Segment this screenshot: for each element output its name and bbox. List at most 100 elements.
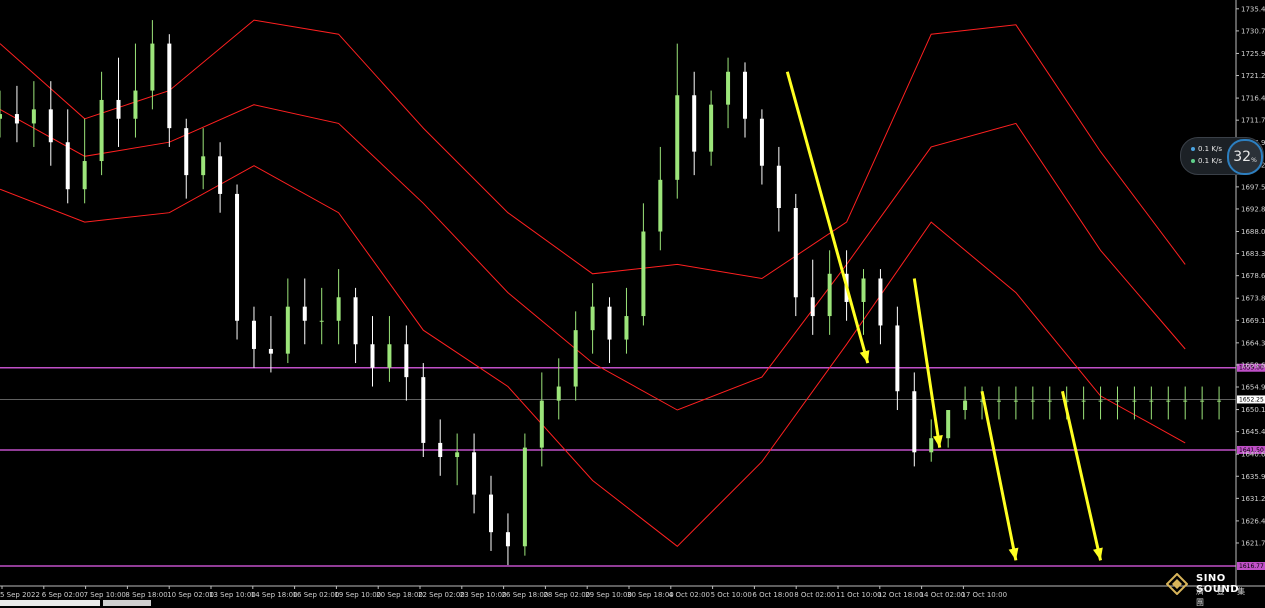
price-chart[interactable]: 1659.001641.501616.771735.401730.701725.…	[0, 0, 1265, 606]
y-tick-label: 1725.90	[1241, 50, 1265, 58]
level-label: 1616.77	[1239, 563, 1264, 570]
candle-body	[624, 316, 629, 340]
candle-body	[387, 344, 392, 368]
candle-body	[776, 165, 781, 209]
candle-body	[438, 442, 443, 458]
y-tick-label: 1654.90	[1241, 384, 1265, 392]
y-tick-label: 1640.60	[1241, 451, 1265, 459]
candle-body	[692, 95, 697, 152]
x-tick-label: 4 Oct 02:00	[669, 591, 710, 599]
y-tick-label: 1711.70	[1241, 117, 1265, 125]
candle-body	[1217, 400, 1222, 402]
candle-body	[1030, 400, 1035, 402]
x-tick-label: 6 Sep 02:00	[42, 591, 84, 599]
candle-body	[726, 71, 731, 105]
x-tick-label: 6 Oct 18:00	[752, 591, 793, 599]
x-tick-label: 23 Sep 10:00	[460, 591, 507, 599]
candle-body	[302, 306, 307, 321]
candle-body	[912, 391, 917, 453]
candle-body	[251, 320, 256, 349]
x-tick-label: 8 Sep 18:00	[125, 591, 167, 599]
candle-body	[184, 128, 189, 176]
candle-body	[14, 114, 19, 124]
x-tick-label: 11 Oct 10:00	[836, 591, 882, 599]
x-tick-label: 19 Sep 10:00	[334, 591, 381, 599]
x-tick-label: 14 Oct 02:00	[920, 591, 966, 599]
candle-body	[1132, 400, 1137, 402]
candle-body	[658, 179, 663, 232]
candle-body	[878, 278, 883, 326]
x-tick-label: 8 Oct 02:00	[794, 591, 835, 599]
candle-body	[522, 447, 527, 547]
candle-body	[472, 452, 477, 495]
candle-body	[404, 344, 409, 378]
candle-body	[1115, 400, 1120, 402]
candle-body	[0, 114, 2, 119]
candle-body	[827, 273, 832, 317]
x-tick-label: 28 Sep 02:00	[543, 591, 590, 599]
y-tick-label: 1735.40	[1241, 5, 1265, 13]
y-tick-label: 1683.30	[1241, 250, 1265, 258]
candle-body	[31, 109, 36, 124]
candle-body	[336, 297, 341, 321]
x-tick-label: 5 Oct 10:00	[711, 591, 752, 599]
y-tick-label: 1678.60	[1241, 272, 1265, 280]
candle-body	[1200, 400, 1205, 402]
y-tick-label: 1716.40	[1241, 95, 1265, 103]
x-tick-label: 13 Sep 10:00	[209, 591, 256, 599]
candle-body	[759, 118, 764, 166]
x-tick-label: 16 Sep 02:00	[293, 591, 340, 599]
x-tick-label: 22 Sep 02:00	[418, 591, 465, 599]
y-tick-label: 1664.30	[1241, 339, 1265, 347]
network-speed-widget[interactable]: 0.1 K/s 0.1 K/s 32%	[1180, 137, 1264, 175]
candle-body	[455, 452, 460, 458]
x-tick-label: 20 Sep 18:00	[376, 591, 423, 599]
y-tick-label: 1730.70	[1241, 27, 1265, 35]
candle-body	[556, 386, 561, 401]
y-tick-label: 1673.80	[1241, 295, 1265, 303]
candle-body	[607, 306, 612, 340]
y-tick-label: 1631.20	[1241, 495, 1265, 503]
candle-body	[319, 320, 324, 322]
candle-body	[116, 99, 121, 119]
chart-tab-active[interactable]	[0, 600, 100, 606]
y-tick-label: 1626.40	[1241, 517, 1265, 525]
candle-body	[1047, 400, 1052, 402]
candle-body	[946, 410, 951, 439]
x-tick-label: 17 Oct 10:00	[961, 591, 1007, 599]
candle-body	[742, 71, 747, 119]
candle-body	[590, 306, 595, 331]
candle-body	[353, 297, 358, 345]
candle-body	[285, 306, 290, 354]
candle-body	[82, 161, 87, 190]
candle-body	[793, 208, 798, 298]
chart-tab[interactable]	[103, 600, 151, 606]
candle-body	[167, 43, 172, 129]
upload-speed: 0.1 K/s	[1191, 145, 1222, 153]
x-tick-label: 7 Sep 10:00	[84, 591, 126, 599]
y-tick-label: 1621.70	[1241, 539, 1265, 547]
brand-logo: SINO SOUND 濟 豐 集 團	[1166, 572, 1261, 607]
x-tick-label: 26 Sep 18:00	[502, 591, 549, 599]
candle-body	[235, 193, 240, 321]
candle-body	[963, 400, 968, 411]
y-tick-label: 1635.90	[1241, 473, 1265, 481]
x-tick-label: 30 Sep 18:00	[627, 591, 674, 599]
y-tick-label: 1669.10	[1241, 317, 1265, 325]
current-price-label: 1652.25	[1239, 396, 1264, 403]
y-tick-label: 1659.60	[1241, 361, 1265, 369]
candle-body	[1081, 400, 1086, 402]
x-tick-label: 10 Sep 02:00	[167, 591, 214, 599]
candle-body	[268, 348, 273, 354]
candle-body	[709, 104, 714, 152]
candle-body	[810, 297, 815, 317]
y-tick-label: 1688.00	[1241, 228, 1265, 236]
candle-body	[133, 90, 138, 119]
y-tick-label: 1697.50	[1241, 183, 1265, 191]
cpu-percent-ring: 32%	[1227, 139, 1263, 175]
candle-body	[895, 325, 900, 392]
candle-body	[201, 156, 206, 176]
candle-body	[1183, 400, 1188, 402]
candle-body	[996, 400, 1001, 402]
upload-dot-icon	[1191, 147, 1195, 151]
